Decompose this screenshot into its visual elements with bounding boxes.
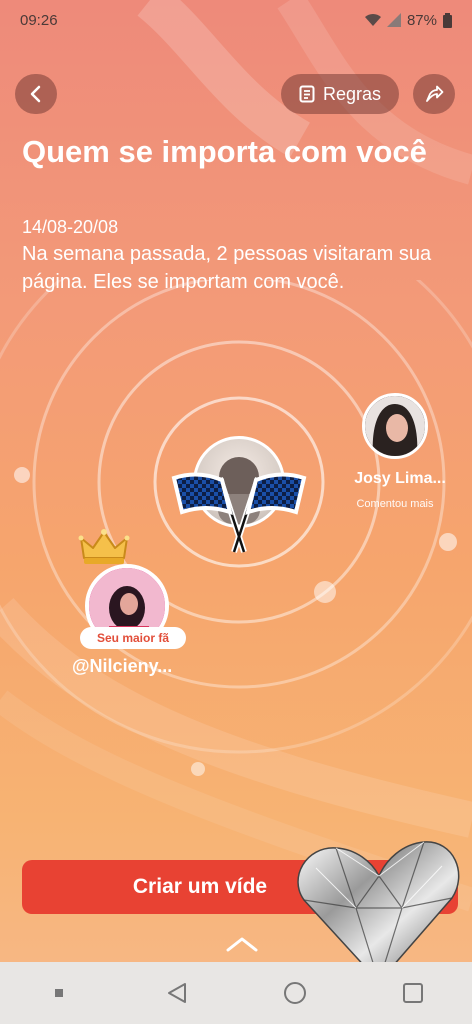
create-video-label: Criar um víde: [132, 875, 268, 898]
nav-recents-button[interactable]: [393, 973, 433, 1013]
status-bar: 09:26 87%: [0, 0, 472, 40]
visitor-name-josy: Josy Lima...: [354, 470, 446, 487]
date-range: 14/08-20/08: [22, 217, 119, 237]
battery-icon: [443, 12, 452, 28]
system-nav-bar: [0, 962, 472, 1024]
triangle-back-icon: [168, 983, 186, 1003]
battery-percent: 87%: [406, 11, 437, 29]
checkered-flags-icon: [171, 472, 307, 553]
chevron-left-icon: [30, 85, 41, 103]
document-icon: [299, 85, 315, 103]
crown-icon: [78, 529, 130, 564]
nav-home-button[interactable]: [275, 973, 315, 1013]
avatar-josy[interactable]: [362, 393, 428, 459]
back-button[interactable]: [15, 74, 57, 114]
circle-home-icon: [284, 982, 306, 1004]
square-dot-icon: [55, 989, 63, 997]
share-arrow-icon: [426, 85, 444, 102]
rules-label: Regras: [322, 83, 382, 104]
nav-menu-button[interactable]: [39, 973, 79, 1013]
nav-back-button[interactable]: [157, 973, 197, 1013]
page-title: Quem se importa com você: [22, 134, 427, 169]
share-button[interactable]: [413, 74, 455, 114]
rules-button[interactable]: Regras: [281, 74, 399, 114]
top-fan-badge: Seu maior fã: [80, 627, 186, 649]
visitor-name-nilcieny: @Nilcieny...: [72, 656, 173, 676]
visitor-subtitle-josy: Comentou mais: [356, 498, 434, 510]
status-time: 09:26: [20, 11, 58, 29]
square-recents-icon: [403, 983, 423, 1003]
radar-circles: [0, 280, 472, 776]
wifi-icon: [364, 13, 381, 26]
status-icons: 87%: [364, 11, 452, 29]
chevron-up-icon[interactable]: [222, 934, 262, 954]
signal-icon: [386, 13, 401, 27]
